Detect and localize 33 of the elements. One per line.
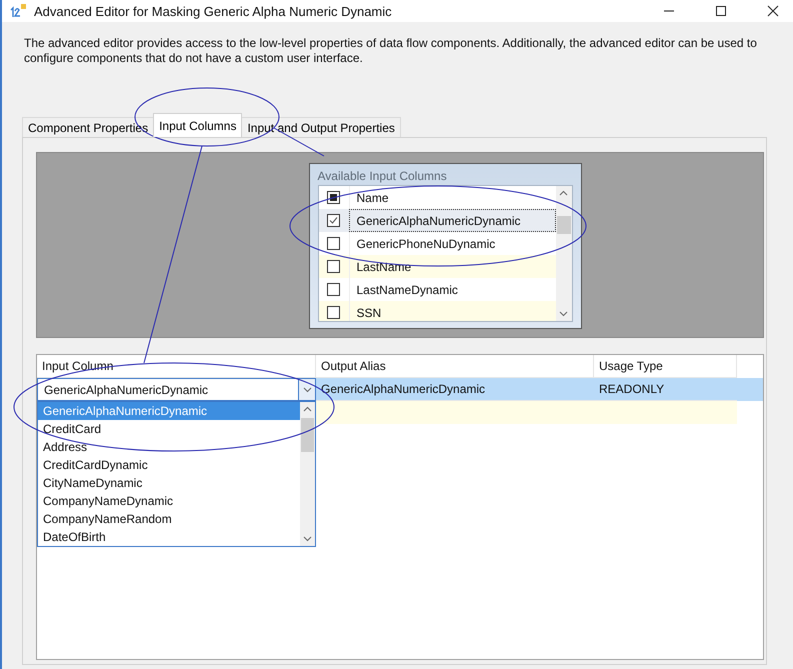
window-title: Advanced Editor for Masking Generic Alpha Numeric Dynamic: [34, 4, 392, 18]
dropdown-option[interactable]: CreditCardDynamic: [38, 456, 300, 474]
dropdown-option[interactable]: CreditCard: [38, 420, 300, 438]
dropdown-option[interactable]: Address: [38, 438, 300, 456]
checkbox[interactable]: [327, 237, 340, 250]
dropdown-option[interactable]: DateOfBirth: [38, 528, 300, 546]
checkbox[interactable]: [327, 191, 340, 204]
tab[interactable]: Input Columns: [153, 113, 242, 137]
tab[interactable]: Input and Output Properties: [241, 117, 401, 137]
scrollbar[interactable]: [556, 186, 572, 321]
grid-row[interactable]: GenericAlphaNumericDynamic GenericAlphaNumericDynamic READONLY: [37, 378, 763, 401]
close-icon[interactable]: [767, 5, 779, 17]
scrollbar[interactable]: [300, 402, 315, 546]
dropdown-option[interactable]: CityNameDynamic: [38, 474, 300, 492]
scroll-thumb[interactable]: [556, 216, 570, 234]
checkbox[interactable]: [327, 260, 340, 273]
description-text: The advanced editor provides access to the low-level properties of data flow components. Additionally, the advanced editor can be used to configure components that do not have a custom user interface.: [24, 36, 758, 66]
box-title: Available Input Columns: [318, 169, 448, 185]
app-icon: [10, 4, 28, 18]
chevron-down-icon: [302, 386, 312, 392]
dropdown-option[interactable]: CompanyNameRandom: [38, 510, 300, 528]
input-column-dropdown[interactable]: GenericAlphaNumericDynamic: [37, 378, 316, 401]
scroll-up-icon[interactable]: [303, 406, 312, 412]
scroll-up-icon[interactable]: [559, 190, 568, 196]
scroll-thumb[interactable]: [301, 418, 314, 452]
scroll-down-icon[interactable]: [559, 311, 568, 317]
dropdown-option[interactable]: CompanyNameDynamic: [38, 492, 300, 510]
checkbox[interactable]: [327, 306, 340, 319]
checkbox[interactable]: [327, 283, 340, 296]
column-name[interactable]: GenericAlphaNumericDynamic: [348, 209, 556, 232]
scroll-down-icon[interactable]: [303, 536, 312, 542]
checkbox[interactable]: [327, 214, 340, 227]
maximize-icon[interactable]: [715, 5, 727, 17]
